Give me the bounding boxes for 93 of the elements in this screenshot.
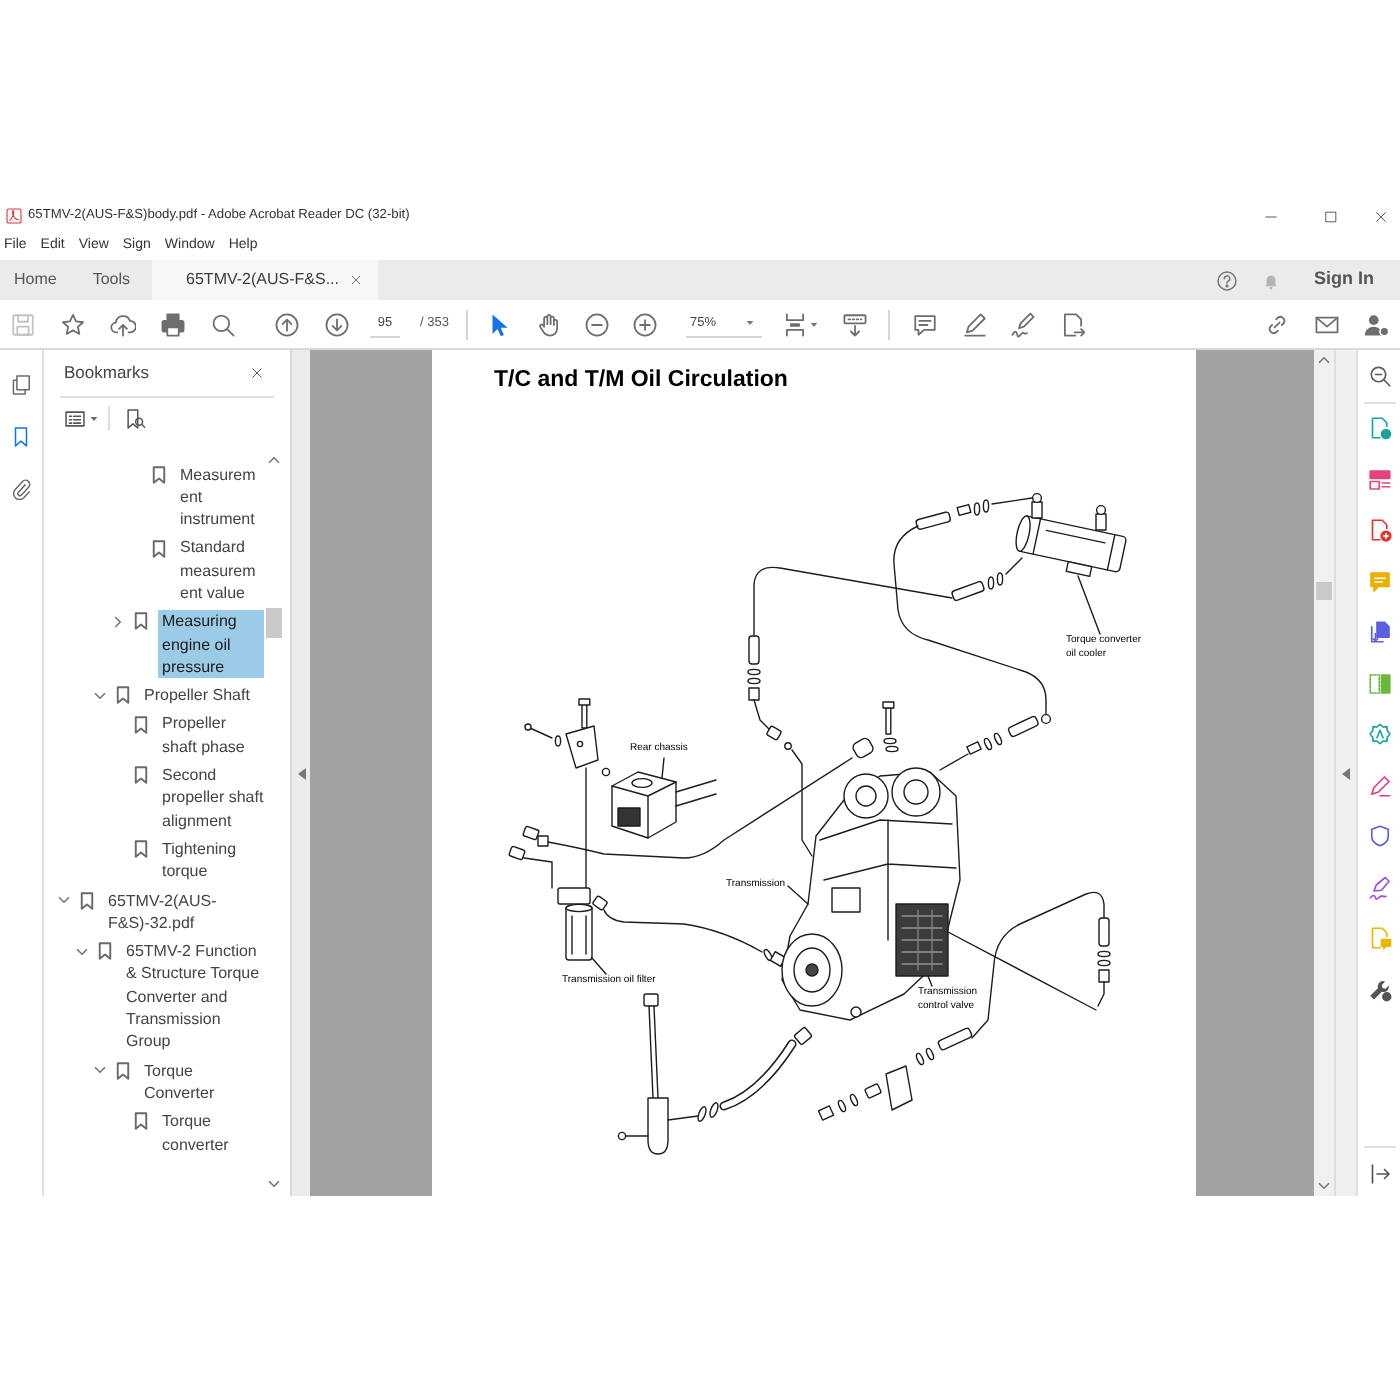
- signature-icon[interactable]: [1009, 311, 1036, 337]
- split-page-icon[interactable]: [1367, 671, 1391, 695]
- leader-line: [927, 975, 933, 987]
- document-arrow-icon[interactable]: [1059, 311, 1086, 337]
- bookmark-icon: [133, 766, 147, 785]
- tab[interactable]: Tools: [78, 260, 153, 300]
- bookmark-item[interactable]: Propeller Shaft: [140, 684, 264, 707]
- oil-filter: [557, 887, 593, 961]
- bookmark-item[interactable]: Standard measurement value: [176, 536, 264, 605]
- documents-arrow-icon[interactable]: [1367, 620, 1391, 644]
- bookmark-icon: [151, 465, 165, 484]
- leader-line: [787, 885, 809, 905]
- caret-icon[interactable]: [810, 321, 819, 327]
- help-icon[interactable]: [1216, 269, 1238, 291]
- bookmark-icon: [79, 891, 93, 910]
- scroll-up-icon[interactable]: [1318, 356, 1330, 364]
- signature-icon[interactable]: [1367, 875, 1391, 899]
- hand-icon[interactable]: [536, 311, 563, 337]
- bookmark-item[interactable]: Tightening torque: [158, 837, 264, 884]
- oil-cooler: [1015, 492, 1128, 578]
- layout-icon[interactable]: [1367, 467, 1391, 491]
- document-badge-icon[interactable]: [1367, 416, 1391, 440]
- pen-icon[interactable]: [1367, 773, 1391, 797]
- maximize-icon[interactable]: [1324, 209, 1338, 223]
- scrollbar-thumb[interactable]: [266, 608, 282, 638]
- search-icon[interactable]: [209, 311, 235, 337]
- close-icon[interactable]: [250, 366, 264, 380]
- pages-icon[interactable]: [10, 374, 32, 396]
- user-add-icon[interactable]: [1363, 311, 1389, 337]
- rear-chassis: [611, 771, 717, 839]
- leader-line: [1077, 575, 1101, 635]
- bookmark-icon[interactable]: [10, 426, 32, 448]
- leader-line: [661, 757, 665, 779]
- bookmark-icon: [133, 612, 147, 631]
- chevron-right-icon[interactable]: [114, 615, 122, 628]
- collapse-arrow-icon[interactable]: [297, 767, 305, 779]
- sign-in-button[interactable]: Sign In: [1314, 266, 1374, 294]
- collapse-arrow-icon[interactable]: [1342, 767, 1350, 779]
- chevron-down-icon[interactable]: [94, 691, 106, 700]
- fit-page-icon[interactable]: [782, 311, 809, 337]
- bookmark-icon: [151, 539, 165, 558]
- chevron-down-icon[interactable]: [58, 896, 70, 905]
- highlighter-icon[interactable]: [961, 311, 988, 337]
- bookmark-item[interactable]: Second propeller shaft alignment: [158, 764, 264, 832]
- control-valve: [895, 903, 949, 977]
- expand-panel-icon[interactable]: [1367, 1162, 1391, 1186]
- link-icon[interactable]: [1263, 311, 1289, 337]
- chevron-down-icon[interactable]: [76, 947, 88, 956]
- tab[interactable]: Home: [0, 260, 79, 300]
- bookmark-item[interactable]: Torque converter: [158, 1110, 264, 1156]
- bookmark-item[interactable]: Measuring engine oil pressure: [158, 610, 264, 679]
- scroll-up-icon[interactable]: [268, 456, 280, 464]
- zoom-in-icon[interactable]: [632, 311, 659, 337]
- bookmark-icon: [133, 840, 147, 859]
- bookmark-item[interactable]: Propeller shaft phase: [158, 712, 264, 759]
- leader-line: [591, 957, 607, 975]
- close-icon[interactable]: [1374, 209, 1388, 223]
- bookmark-icon: [115, 1061, 129, 1080]
- magnifier-icon[interactable]: [1367, 364, 1391, 388]
- bookmark-item[interactable]: Measurement instrument: [176, 463, 264, 531]
- tab[interactable]: 65TMV-2(AUS-F&S...: [152, 260, 377, 300]
- seal-icon[interactable]: [1367, 722, 1391, 746]
- caret-icon[interactable]: [745, 320, 754, 326]
- upload-icon[interactable]: [109, 311, 135, 337]
- comment-icon[interactable]: [911, 311, 938, 337]
- bookmark-item[interactable]: 65TMV-2(AUS-F&S)-32.pdf: [104, 889, 264, 935]
- mail-icon[interactable]: [1313, 311, 1339, 337]
- scrollbar-track[interactable]: [1314, 350, 1334, 1196]
- bookmark-item[interactable]: 65TMV-2 Function & Structure Torque Converter and Transmission Group: [122, 940, 264, 1054]
- arrow-up-icon[interactable]: [273, 311, 299, 337]
- print-icon[interactable]: [159, 311, 185, 337]
- bookmark-item[interactable]: Torque Converter: [140, 1059, 264, 1105]
- scroll-down-icon[interactable]: [268, 1180, 280, 1188]
- chevron-down-icon[interactable]: [94, 1066, 106, 1075]
- bookmark-icon: [133, 1112, 147, 1131]
- bookmark-icon: [97, 942, 111, 961]
- paperclip-icon[interactable]: [10, 478, 32, 500]
- shield-icon[interactable]: [1367, 824, 1391, 848]
- page-heading: T/C and T/M Oil Circulation: [494, 366, 788, 394]
- star-icon[interactable]: [59, 311, 85, 337]
- zoom-out-icon[interactable]: [584, 311, 611, 337]
- app-icon: [6, 208, 22, 224]
- bookmark-search-icon[interactable]: [124, 407, 146, 429]
- document-plus-icon[interactable]: [1367, 518, 1391, 542]
- scrollbar-thumb[interactable]: [1316, 582, 1332, 600]
- options-icon[interactable]: [64, 407, 86, 429]
- wrench-icon[interactable]: [1367, 977, 1391, 1001]
- panel-title: Bookmarks: [64, 360, 150, 386]
- arrow-down-icon[interactable]: [323, 311, 349, 337]
- caret-icon[interactable]: [90, 415, 98, 421]
- scroll-mode-icon[interactable]: [841, 311, 868, 337]
- scroll-down-icon[interactable]: [1318, 1182, 1330, 1190]
- close-icon[interactable]: [349, 274, 361, 286]
